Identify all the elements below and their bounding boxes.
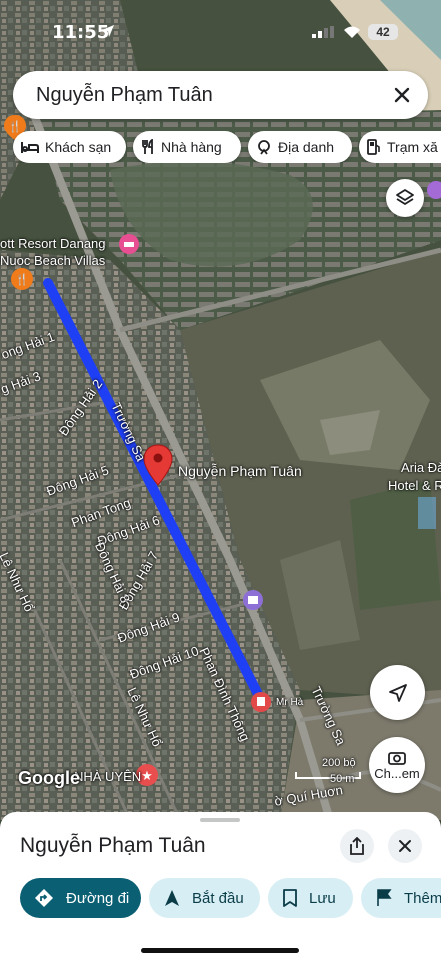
chip-gas-stations[interactable]: Trạm xă [359,131,441,163]
lens-button[interactable]: Ch...em [369,737,425,793]
bed-icon [21,142,39,153]
hotel-poi-icon [119,234,139,254]
map-label-villas: Nuoc Beach Villas [0,253,106,268]
bookmark-icon [283,889,297,907]
chip-label: Địa danh [278,139,335,155]
google-logo: Google [18,768,80,788]
camera-lens-icon [388,751,406,765]
more-button[interactable]: Thêm [361,878,441,918]
shop-poi-icon [251,692,271,712]
svg-text:🍴: 🍴 [15,273,29,286]
navigation-icon [165,890,179,906]
lens-label: Ch...em [374,765,420,781]
map-label-pin: Nguyễn Phạm Tuân [178,463,302,479]
restaurant-poi-icon: 🍴 [11,268,33,290]
search-query[interactable]: Nguyễn Phạm Tuân [36,84,213,107]
scale-label-meters: 50 m [330,773,355,785]
wifi-icon [344,26,360,38]
category-chips: Khách sạn Nhà hàng Địa danh Trạm xă [13,131,441,163]
close-icon [399,840,411,852]
action-buttons: Đường đi Bắt đầu Lưu Thêm [0,878,441,918]
action-label: Đường đi [66,889,130,907]
map-label-aria-1: Aria Đà [401,460,441,475]
place-title: Nguyễn Phạm Tuân [20,834,206,857]
location-arrow-icon [102,25,114,37]
status-bar: 11:55 42 [0,18,441,48]
cellular-signal-icon [312,26,334,38]
restaurant-icon [142,139,153,154]
gas-station-icon [367,139,380,155]
directions-icon [35,889,53,907]
action-label: Lưu [309,889,336,907]
chip-restaurants[interactable]: Nhà hàng [133,131,241,163]
search-bar[interactable]: Nguyễn Phạm Tuân [13,71,428,119]
close-icon[interactable] [390,83,414,107]
layers-button[interactable] [386,179,424,217]
flag-icon [377,889,392,906]
share-button[interactable] [340,829,374,863]
place-sheet[interactable]: Nguyễn Phạm Tuân Đường đi Bắt đầu Lưu Th… [0,812,441,960]
action-label: Thêm [404,889,441,907]
my-location-button[interactable] [370,665,425,720]
map-label-resort: ott Resort Danang [0,236,106,251]
home-indicator [141,948,299,953]
navigation-arrow-icon [388,683,407,702]
chip-label: Trạm xă [387,139,438,155]
museum-poi-icon [243,590,263,610]
action-label: Bắt đầu [192,889,244,907]
map-label-nha-uyen: NHÀ UYÊN [74,769,142,784]
battery-indicator: 42 [368,24,398,40]
chip-hotels[interactable]: Khách sạn [13,131,126,163]
close-sheet-button[interactable] [388,829,422,863]
drag-handle[interactable] [200,818,240,822]
map-label-aria-2: Hotel & R [388,478,441,493]
save-button[interactable]: Lưu [268,878,353,918]
start-button[interactable]: Bắt đầu [149,878,260,918]
chip-label: Khách sạn [45,139,112,155]
svg-text:★: ★ [141,769,153,784]
scale-label-feet: 200 bộ [322,757,356,769]
landmark-icon [258,140,270,155]
map-label-mr-ha: Mr Hà [276,697,304,708]
layers-icon [396,189,414,205]
chip-landmarks[interactable]: Địa danh [248,131,352,163]
share-icon [350,837,364,855]
directions-button[interactable]: Đường đi [20,878,141,918]
chip-label: Nhà hàng [161,139,222,155]
